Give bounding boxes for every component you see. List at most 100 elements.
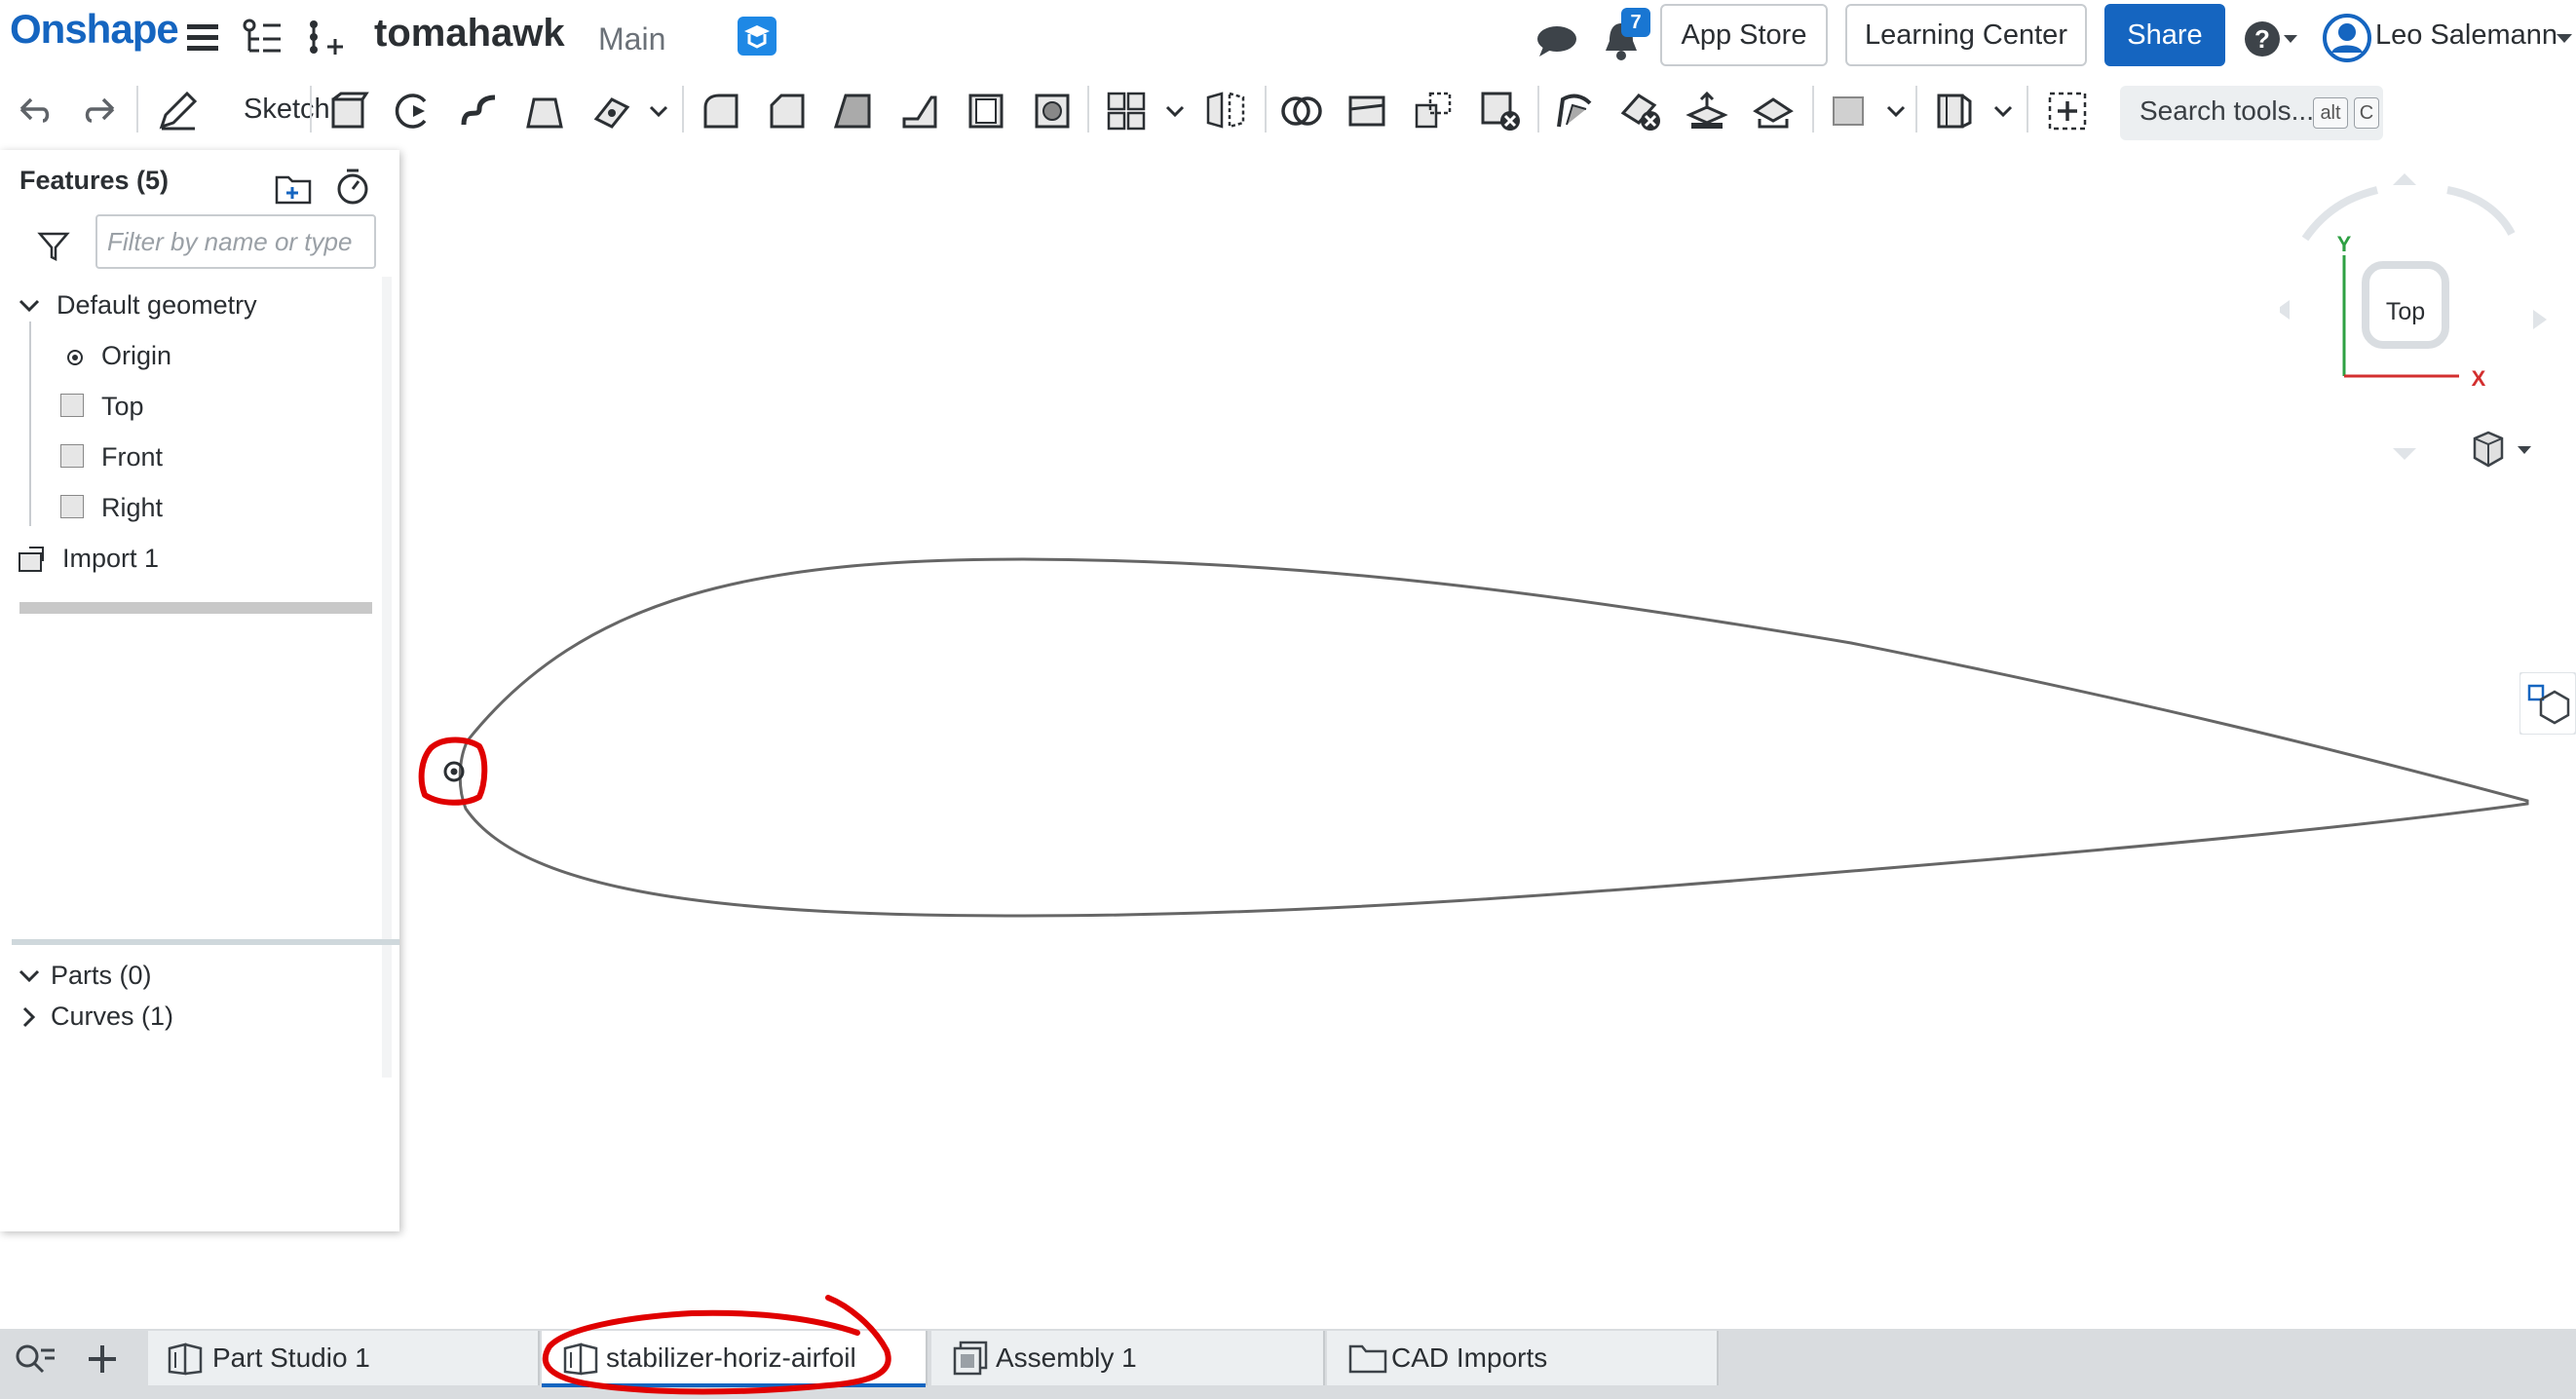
panel-resize-handle[interactable]: [12, 939, 399, 945]
user-name[interactable]: Leo Salemann: [2375, 19, 2557, 52]
delete-face-icon[interactable]: [1619, 90, 1662, 132]
plane-icon: [60, 495, 84, 518]
tree-item-import[interactable]: Import 1: [62, 544, 159, 574]
axis-x-label: X: [2472, 366, 2486, 391]
chevron-down-icon[interactable]: [18, 296, 41, 316]
transform-icon[interactable]: [1413, 90, 1456, 132]
panel-vertical-scrollbar[interactable]: [382, 277, 392, 1078]
features-title: Features (5): [19, 166, 170, 195]
sketch-pencil-icon[interactable]: [156, 90, 199, 132]
insert-feature-icon[interactable]: [304, 18, 345, 58]
axis-y-label: Y: [2337, 232, 2352, 256]
undo-icon[interactable]: [16, 94, 53, 127]
tab-label: CAD Imports: [1391, 1342, 1548, 1373]
mirror-icon[interactable]: [1204, 90, 1247, 132]
redo-icon[interactable]: [82, 94, 119, 127]
pattern-dropdown-icon[interactable]: [1163, 90, 1187, 132]
view-options-icon[interactable]: [2469, 431, 2537, 470]
feature-filter-input[interactable]: [95, 214, 376, 269]
share-button[interactable]: Share: [2104, 4, 2225, 66]
tab-part-studio-1[interactable]: Part Studio 1: [148, 1331, 540, 1385]
onshape-logo[interactable]: Onshape: [10, 6, 179, 53]
feature-list-icon[interactable]: [242, 18, 283, 58]
tree-item-right[interactable]: Right: [101, 493, 163, 523]
user-avatar-icon[interactable]: [2323, 14, 2371, 62]
move-face-icon[interactable]: [1686, 90, 1728, 132]
chamfer-icon[interactable]: [766, 90, 809, 132]
boolean-icon[interactable]: [1280, 90, 1323, 132]
curves-list-header[interactable]: Curves (1): [51, 1002, 173, 1032]
add-custom-feature-icon[interactable]: [2046, 90, 2089, 132]
loft-icon[interactable]: [524, 90, 567, 132]
thicken-icon[interactable]: [590, 90, 633, 132]
tab-label: Part Studio 1: [212, 1342, 370, 1373]
rib-icon[interactable]: [898, 90, 941, 132]
learning-icon[interactable]: [737, 16, 777, 57]
user-menu-chevron-icon[interactable]: [2555, 31, 2574, 45]
render-mode-icon[interactable]: [2519, 672, 2576, 735]
tab-cad-imports[interactable]: CAD Imports: [1327, 1331, 1719, 1385]
tree-item-origin[interactable]: Origin: [101, 341, 171, 371]
sheet-metal-icon[interactable]: [1933, 90, 1976, 132]
parts-list-header[interactable]: Parts (0): [51, 961, 152, 991]
learning-center-button[interactable]: Learning Center: [1845, 4, 2087, 66]
menu-icon[interactable]: [185, 21, 220, 55]
help-icon[interactable]: ?: [2243, 19, 2299, 58]
feature-list-scrollbar[interactable]: [19, 602, 372, 614]
sweep-icon[interactable]: [458, 90, 501, 132]
search-tools-button[interactable]: Search tools... alt C: [2120, 86, 2383, 140]
rotate-down-icon: [2393, 448, 2416, 460]
rotate-left-icon: [2280, 300, 2290, 320]
tree-item-top[interactable]: Top: [101, 392, 144, 422]
branch-label[interactable]: Main: [598, 21, 665, 57]
revolve-icon[interactable]: [392, 90, 435, 132]
part-studio-icon: [168, 1342, 203, 1376]
tab-assembly-1[interactable]: Assembly 1: [931, 1331, 1325, 1385]
rotate-up-icon: [2393, 173, 2416, 185]
chevron-down-icon[interactable]: [18, 966, 41, 986]
fillet-icon[interactable]: [700, 90, 742, 132]
comments-icon[interactable]: [1535, 23, 1578, 58]
extrude-icon[interactable]: [327, 90, 370, 132]
chevron-right-icon[interactable]: [19, 1005, 39, 1029]
plane-icon: [60, 444, 84, 468]
tree-item-default-geometry[interactable]: Default geometry: [57, 290, 257, 321]
shell-icon[interactable]: [965, 90, 1007, 132]
notification-badge: 7: [1621, 8, 1650, 37]
sheet-metal-dropdown-icon[interactable]: [1991, 90, 2015, 132]
tab-manager-icon[interactable]: [14, 1342, 57, 1376]
top-bar: Onshape tomahawk Main 7 App Store Learni…: [0, 0, 2576, 74]
app-store-button[interactable]: App Store: [1660, 4, 1828, 66]
draft-icon[interactable]: [832, 90, 875, 132]
add-folder-icon[interactable]: [275, 170, 312, 205]
sketch-button[interactable]: Sketch: [244, 94, 330, 126]
airfoil-curve[interactable]: [458, 557, 2529, 918]
pattern-icon[interactable]: [1105, 90, 1148, 132]
filter-icon[interactable]: [37, 230, 70, 263]
feature-list-panel: Features (5) Default geometry Origin Top…: [0, 150, 399, 1231]
plane-icon: [60, 394, 84, 417]
replace-face-icon[interactable]: [1752, 90, 1795, 132]
graphics-viewport[interactable]: [399, 140, 2576, 1329]
assembly-icon: [953, 1341, 988, 1376]
search-tools-label: Search tools...: [2140, 95, 2314, 126]
tree-guide-line: [29, 321, 31, 526]
tab-label: Assembly 1: [996, 1342, 1137, 1373]
shortcut-alt-key: alt: [2313, 97, 2348, 129]
rollback-timer-icon[interactable]: [335, 168, 370, 207]
airfoil-canvas[interactable]: [399, 140, 2576, 1329]
modify-fillet-icon[interactable]: [1553, 90, 1596, 132]
thicken-dropdown-icon[interactable]: [647, 90, 670, 132]
tree-item-front[interactable]: Front: [101, 442, 163, 473]
folder-icon: [1348, 1344, 1387, 1374]
origin-icon: [67, 350, 83, 365]
hole-icon[interactable]: [1031, 90, 1074, 132]
plane-icon[interactable]: [1828, 90, 1871, 132]
delete-part-icon[interactable]: [1479, 90, 1522, 132]
split-icon[interactable]: [1346, 90, 1389, 132]
plane-dropdown-icon[interactable]: [1884, 90, 1908, 132]
document-title[interactable]: tomahawk: [374, 12, 565, 56]
shortcut-c-key: C: [2354, 97, 2379, 129]
add-tab-icon[interactable]: [86, 1342, 119, 1376]
view-cube-face-label: Top: [2386, 298, 2425, 325]
